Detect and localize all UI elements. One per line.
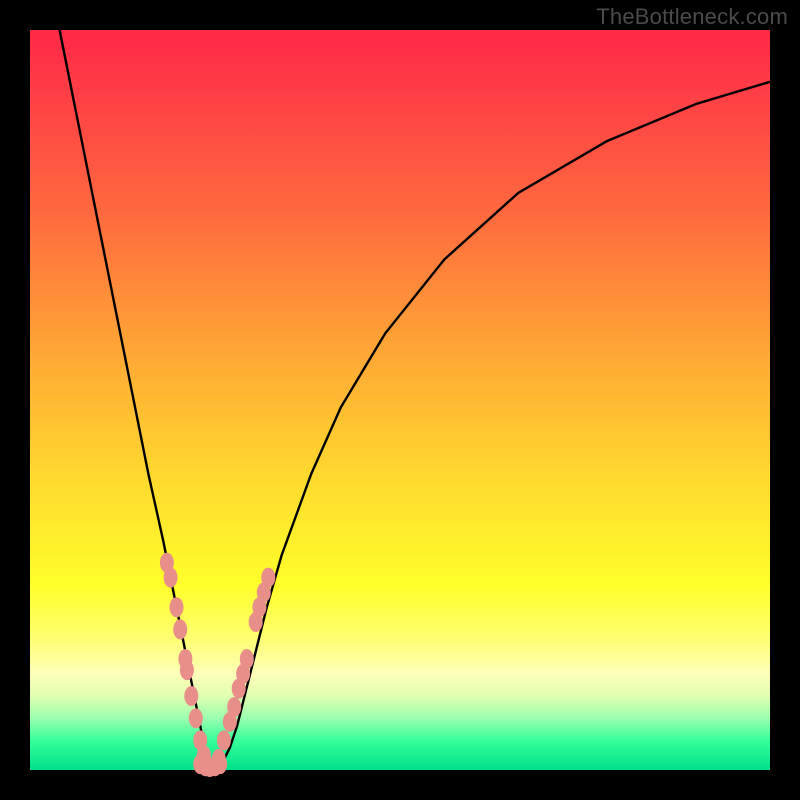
- curve-marker: [170, 597, 184, 617]
- curve-marker: [164, 568, 178, 588]
- plot-area: [30, 30, 770, 770]
- chart-frame: TheBottleneck.com: [0, 0, 800, 800]
- watermark-text: TheBottleneck.com: [596, 4, 788, 30]
- curve-marker: [173, 619, 187, 639]
- bottleneck-curve: [60, 30, 770, 766]
- curve-marker: [227, 697, 241, 717]
- curve-marker: [213, 754, 227, 774]
- curve-marker: [180, 660, 194, 680]
- curve-marker: [217, 730, 231, 750]
- curve-marker: [240, 649, 254, 669]
- curve-svg: [30, 30, 770, 770]
- curve-marker: [184, 686, 198, 706]
- curve-marker: [261, 568, 275, 588]
- marker-layer: [160, 553, 275, 777]
- curve-marker: [189, 708, 203, 728]
